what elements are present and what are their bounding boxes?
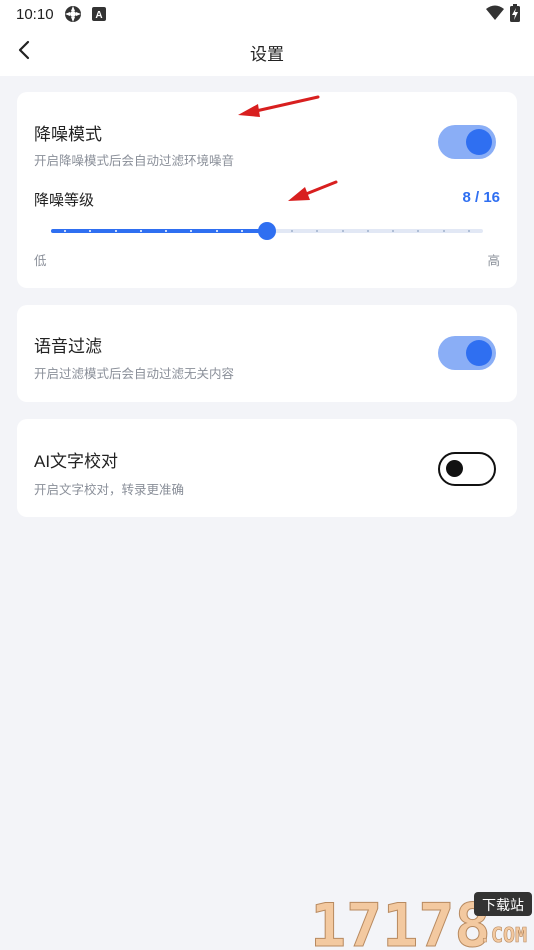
toggle-knob <box>446 460 463 477</box>
high-label: 高 <box>487 253 500 268</box>
watermark-domain: .COM <box>479 923 527 947</box>
low-label: 低 <box>34 253 47 268</box>
status-bar: 10:10 A <box>0 0 534 28</box>
ai-proofread-toggle[interactable] <box>438 452 496 486</box>
battery-charging-icon <box>510 4 520 26</box>
noise-reduction-toggle[interactable] <box>438 125 496 159</box>
slider-tick <box>241 230 243 232</box>
back-button[interactable] <box>8 36 40 68</box>
slider-tick <box>392 230 394 232</box>
noise-level-label: 降噪等级 <box>34 191 95 209</box>
slider-tick <box>64 230 66 232</box>
ai-proofread-title: AI文字校对 <box>34 452 119 471</box>
slider-tick <box>291 230 293 232</box>
noise-reduction-description: 开启降噪模式后会自动过滤环境噪音 <box>34 154 235 168</box>
slider-tick <box>367 230 369 232</box>
status-time: 10:10 <box>16 5 54 23</box>
ai-proofread-description: 开启文字校对，转录更准确 <box>34 483 185 497</box>
page-title: 设置 <box>250 44 284 64</box>
slider-tick <box>342 230 344 232</box>
voice-filter-description: 开启过滤模式后会自动过滤无关内容 <box>34 367 235 381</box>
noise-reduction-title: 降噪模式 <box>34 125 102 144</box>
site-watermark: 17178 下载站 .COM <box>310 891 532 950</box>
slider-tick <box>468 230 470 232</box>
chevron-left-icon <box>17 40 31 64</box>
watermark-badge: 下载站 <box>482 898 524 914</box>
slider-tick <box>140 230 142 232</box>
voice-filter-toggle[interactable] <box>438 336 496 370</box>
slider-tick <box>417 230 419 232</box>
ai-proofread-card: AI文字校对 开启文字校对，转录更准确 <box>17 419 517 517</box>
slider-thumb[interactable] <box>258 222 276 240</box>
settings-gear-icon <box>64 5 82 23</box>
slider-tick <box>190 230 192 232</box>
slider-tick <box>115 230 117 232</box>
wifi-icon <box>486 5 504 25</box>
voice-filter-card: 语音过滤 开启过滤模式后会自动过滤无关内容 <box>17 305 517 402</box>
slider-tick <box>216 230 218 232</box>
voice-filter-title: 语音过滤 <box>34 337 102 356</box>
slider-fill <box>51 229 267 233</box>
app-header: 设置 <box>0 28 534 76</box>
noise-level-value: 8 / 16 <box>462 189 500 206</box>
slider-tick <box>89 230 91 232</box>
slider-tick <box>316 230 318 232</box>
noise-reduction-card: 降噪模式 开启降噪模式后会自动过滤环境噪音 降噪等级 8 / 16 低 高 <box>17 92 517 288</box>
watermark-number: 17178 <box>310 891 491 950</box>
app-a-icon: A <box>91 7 106 21</box>
toggle-knob <box>466 129 492 155</box>
slider-tick <box>165 230 167 232</box>
toggle-knob <box>466 340 492 366</box>
noise-level-slider[interactable] <box>51 222 483 240</box>
slider-tick <box>443 230 445 232</box>
app-a-letter: A <box>95 10 102 21</box>
